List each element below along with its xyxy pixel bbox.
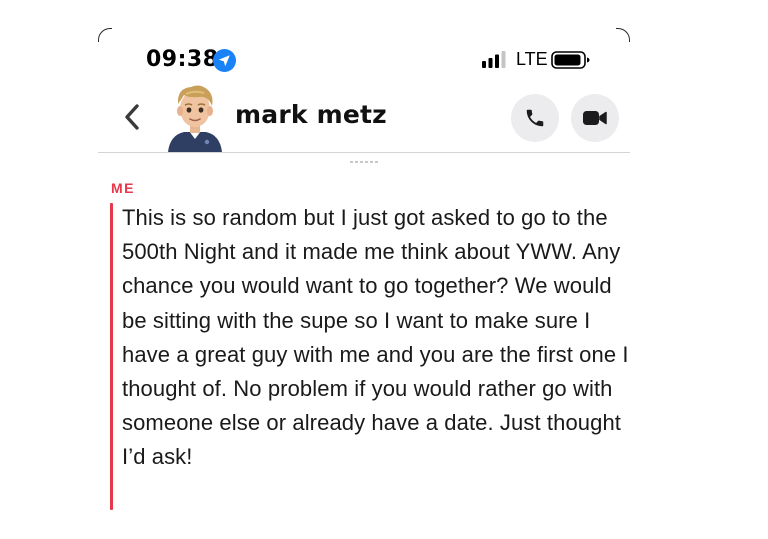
cellular-signal-icon	[482, 51, 506, 68]
battery-icon	[551, 51, 590, 69]
screenshot-corner-top-left	[98, 28, 112, 42]
avatar[interactable]	[164, 80, 226, 152]
sender-color-bar	[110, 203, 113, 510]
divider-notch	[350, 161, 380, 163]
status-time: 09:38	[146, 47, 219, 72]
network-type-label: LTE	[516, 49, 548, 69]
contact-name[interactable]: mark metz	[235, 100, 387, 129]
message-text[interactable]: This is so random but I just got asked t…	[122, 201, 642, 475]
video-camera-icon	[583, 111, 607, 125]
screenshot-corner-top-right	[616, 28, 630, 42]
video-call-button[interactable]	[571, 94, 619, 142]
location-arrow-icon	[213, 49, 236, 72]
chevron-left-icon[interactable]	[120, 102, 144, 132]
call-button[interactable]	[511, 94, 559, 142]
header-divider	[98, 152, 630, 153]
phone-icon	[526, 109, 544, 127]
sender-label: ME	[111, 180, 135, 196]
